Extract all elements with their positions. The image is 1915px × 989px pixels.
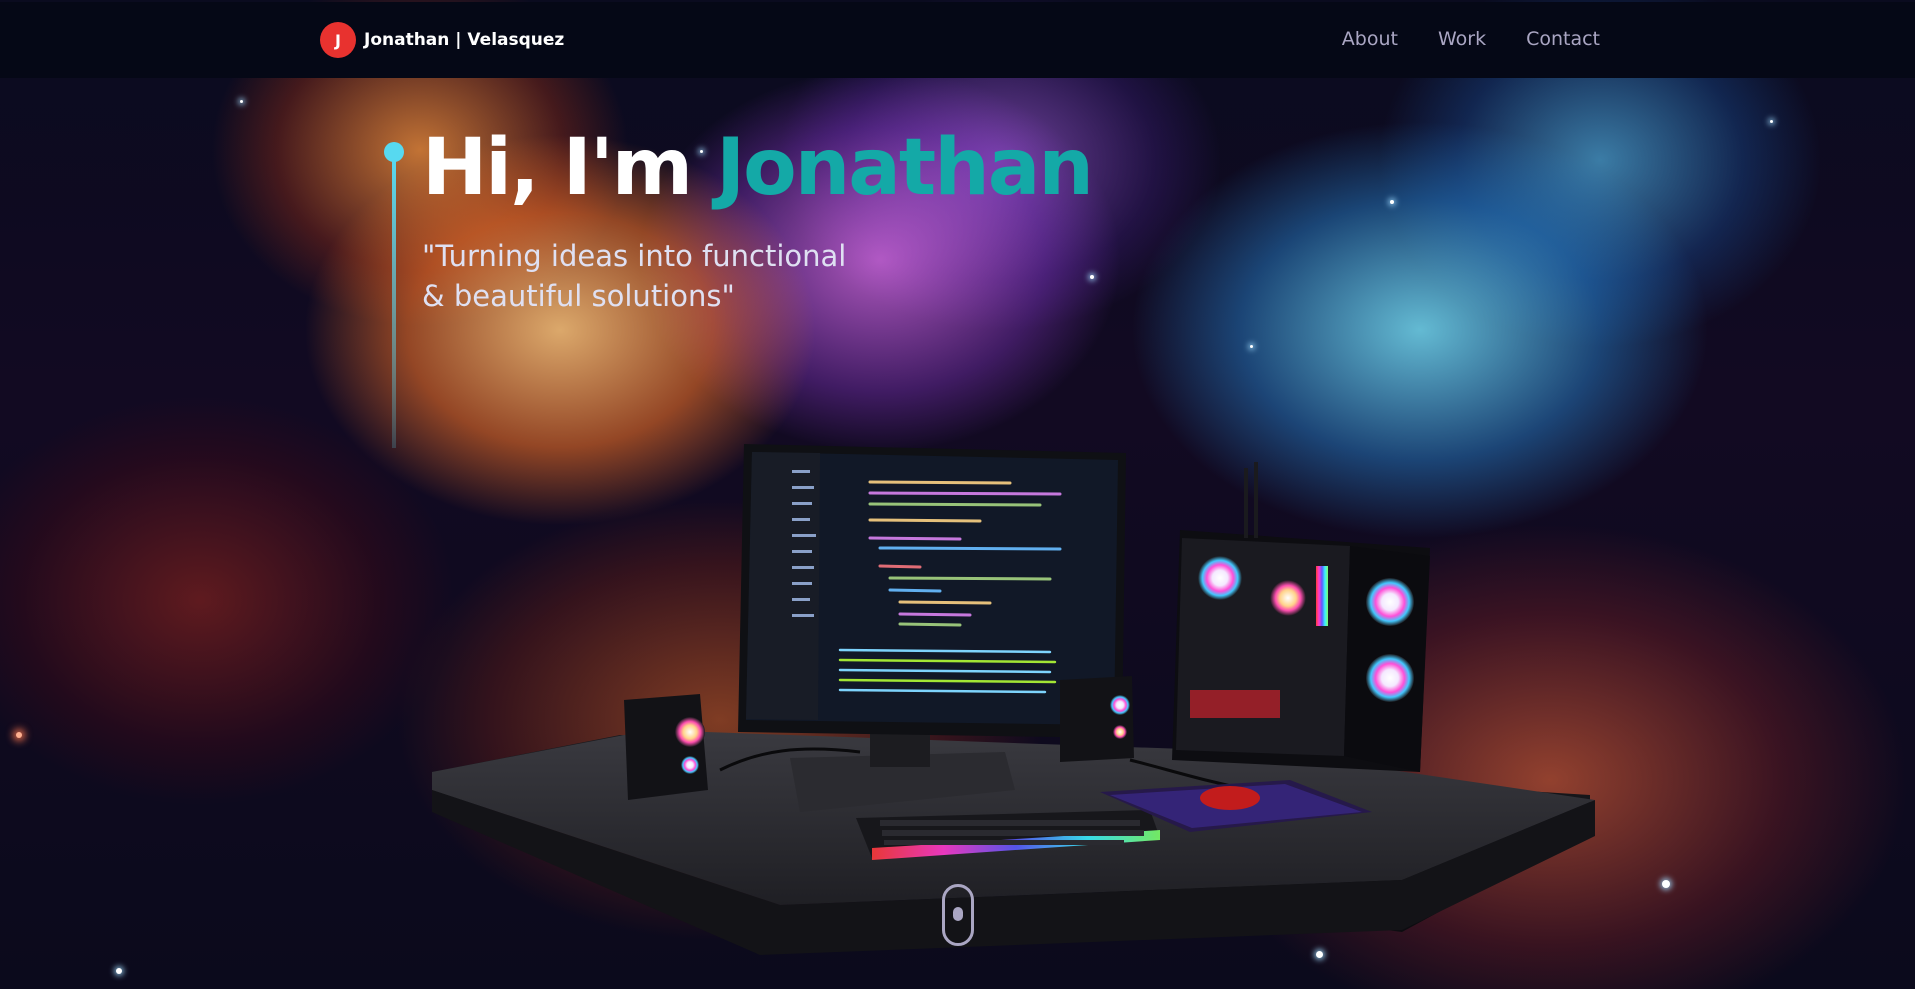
nav-link-work[interactable]: Work xyxy=(1438,28,1486,50)
brand-link[interactable]: J Jonathan | Velasquez xyxy=(320,22,564,58)
nav-link-about[interactable]: About xyxy=(1342,28,1398,50)
nav-links: About Work Contact xyxy=(1342,28,1600,50)
hero-title: Hi, I'm Jonathan xyxy=(422,127,1094,210)
brand-name: Jonathan | Velasquez xyxy=(364,30,565,50)
hero-tagline: "Turning ideas into functional & beautifu… xyxy=(422,239,847,313)
j-logo-icon: J xyxy=(320,22,356,58)
hero-accent-line xyxy=(392,158,396,448)
hero-name: Jonathan xyxy=(716,123,1094,213)
navbar: J Jonathan | Velasquez About Work Contac… xyxy=(0,2,1915,78)
nav-link-contact[interactable]: Contact xyxy=(1526,28,1600,50)
hero-greeting: Hi, I'm xyxy=(422,123,717,213)
scroll-dot xyxy=(953,907,963,921)
mouse-scroll-icon[interactable] xyxy=(942,884,974,946)
portfolio-page: J Jonathan | Velasquez About Work Contac… xyxy=(0,0,1915,989)
